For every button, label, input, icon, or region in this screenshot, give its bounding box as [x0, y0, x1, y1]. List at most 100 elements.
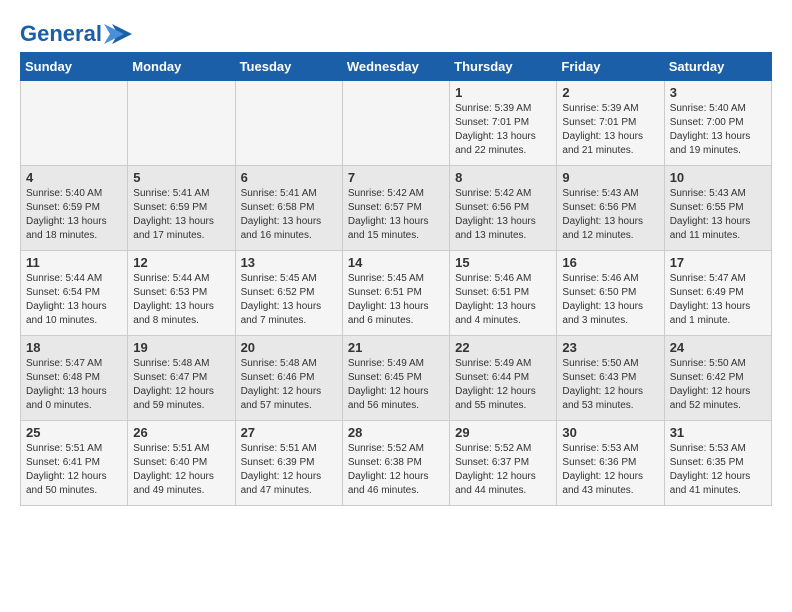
calendar-cell: 19 Sunrise: 5:48 AM Sunset: 6:47 PM Dayli…: [128, 336, 235, 421]
calendar-cell: 18 Sunrise: 5:47 AM Sunset: 6:48 PM Dayli…: [21, 336, 128, 421]
week-row-5: 25Sunrise: 5:51 AM Sunset: 6:41 PM Dayli…: [21, 421, 772, 506]
header: General: [20, 20, 772, 42]
weekday-header-friday: Friday: [557, 53, 664, 81]
calendar-cell: 27 Sunrise: 5:51 AM Sunset: 6:39 PM Dayli…: [235, 421, 342, 506]
calendar-cell: 30 Sunrise: 5:53 AM Sunset: 6:36 PM Dayli…: [557, 421, 664, 506]
day-number: 4: [26, 170, 122, 185]
day-number: 5: [133, 170, 229, 185]
day-number: 27: [241, 425, 337, 440]
calendar-cell: 14 Sunrise: 5:45 AM Sunset: 6:51 PM Dayli…: [342, 251, 449, 336]
calendar-cell: [235, 81, 342, 166]
day-info: Sunrise: 5:44 AM Sunset: 6:53 PM Dayligh…: [133, 272, 229, 328]
day-number: 14: [348, 255, 444, 270]
day-info: Sunrise: 5:47 AM Sunset: 6:48 PM Dayligh…: [26, 357, 122, 413]
day-number: 10: [670, 170, 766, 185]
day-number: 6: [241, 170, 337, 185]
calendar-cell: 6 Sunrise: 5:41 AM Sunset: 6:58 PM Daylig…: [235, 166, 342, 251]
day-number: 11: [26, 255, 122, 270]
weekday-header-monday: Monday: [128, 53, 235, 81]
week-row-3: 11 Sunrise: 5:44 AM Sunset: 6:54 PM Dayli…: [21, 251, 772, 336]
calendar-cell: 17 Sunrise: 5:47 AM Sunset: 6:49 PM Dayli…: [664, 251, 771, 336]
day-number: 21: [348, 340, 444, 355]
day-number: 18: [26, 340, 122, 355]
calendar-cell: 10 Sunrise: 5:43 AM Sunset: 6:55 PM Dayli…: [664, 166, 771, 251]
day-number: 22: [455, 340, 551, 355]
day-number: 3: [670, 85, 766, 100]
day-number: 24: [670, 340, 766, 355]
weekday-header-sunday: Sunday: [21, 53, 128, 81]
day-number: 25: [26, 425, 122, 440]
calendar-cell: 7Sunrise: 5:42 AM Sunset: 6:57 PM Daylig…: [342, 166, 449, 251]
calendar-cell: 31 Sunrise: 5:53 AM Sunset: 6:35 PM Dayli…: [664, 421, 771, 506]
day-info: Sunrise: 5:48 AM Sunset: 6:47 PM Dayligh…: [133, 357, 229, 413]
day-info: Sunrise: 5:45 AM Sunset: 6:51 PM Dayligh…: [348, 272, 444, 328]
day-number: 17: [670, 255, 766, 270]
day-number: 31: [670, 425, 766, 440]
day-info: Sunrise: 5:51 AM Sunset: 6:39 PM Dayligh…: [241, 442, 337, 498]
weekday-header-tuesday: Tuesday: [235, 53, 342, 81]
weekday-header-thursday: Thursday: [450, 53, 557, 81]
calendar-cell: 21 Sunrise: 5:49 AM Sunset: 6:45 PM Dayli…: [342, 336, 449, 421]
calendar-cell: 26Sunrise: 5:51 AM Sunset: 6:40 PM Dayli…: [128, 421, 235, 506]
day-number: 15: [455, 255, 551, 270]
calendar-cell: 29Sunrise: 5:52 AM Sunset: 6:37 PM Dayli…: [450, 421, 557, 506]
day-number: 1: [455, 85, 551, 100]
day-number: 20: [241, 340, 337, 355]
day-info: Sunrise: 5:52 AM Sunset: 6:38 PM Dayligh…: [348, 442, 444, 498]
day-info: Sunrise: 5:46 AM Sunset: 6:50 PM Dayligh…: [562, 272, 658, 328]
day-number: 2: [562, 85, 658, 100]
day-info: Sunrise: 5:50 AM Sunset: 6:43 PM Dayligh…: [562, 357, 658, 413]
day-info: Sunrise: 5:53 AM Sunset: 6:36 PM Dayligh…: [562, 442, 658, 498]
calendar-cell: [342, 81, 449, 166]
calendar-cell: 12 Sunrise: 5:44 AM Sunset: 6:53 PM Dayli…: [128, 251, 235, 336]
calendar-cell: 24 Sunrise: 5:50 AM Sunset: 6:42 PM Dayli…: [664, 336, 771, 421]
calendar-cell: 3 Sunrise: 5:40 AM Sunset: 7:00 PM Daylig…: [664, 81, 771, 166]
day-info: Sunrise: 5:53 AM Sunset: 6:35 PM Dayligh…: [670, 442, 766, 498]
day-info: Sunrise: 5:40 AM Sunset: 7:00 PM Dayligh…: [670, 102, 766, 158]
day-info: Sunrise: 5:40 AM Sunset: 6:59 PM Dayligh…: [26, 187, 122, 243]
day-number: 7: [348, 170, 444, 185]
day-number: 23: [562, 340, 658, 355]
calendar-cell: 13 Sunrise: 5:45 AM Sunset: 6:52 PM Dayli…: [235, 251, 342, 336]
calendar-cell: 1 Sunrise: 5:39 AM Sunset: 7:01 PM Daylig…: [450, 81, 557, 166]
day-info: Sunrise: 5:43 AM Sunset: 6:55 PM Dayligh…: [670, 187, 766, 243]
week-row-1: 1 Sunrise: 5:39 AM Sunset: 7:01 PM Daylig…: [21, 81, 772, 166]
day-info: Sunrise: 5:42 AM Sunset: 6:56 PM Dayligh…: [455, 187, 551, 243]
day-number: 8: [455, 170, 551, 185]
day-number: 19: [133, 340, 229, 355]
logo-icon: [104, 20, 136, 48]
day-info: Sunrise: 5:49 AM Sunset: 6:44 PM Dayligh…: [455, 357, 551, 413]
day-number: 9: [562, 170, 658, 185]
logo-text: General: [20, 23, 102, 45]
week-row-4: 18 Sunrise: 5:47 AM Sunset: 6:48 PM Dayli…: [21, 336, 772, 421]
day-info: Sunrise: 5:41 AM Sunset: 6:58 PM Dayligh…: [241, 187, 337, 243]
day-number: 29: [455, 425, 551, 440]
calendar-cell: 9Sunrise: 5:43 AM Sunset: 6:56 PM Daylig…: [557, 166, 664, 251]
day-info: Sunrise: 5:49 AM Sunset: 6:45 PM Dayligh…: [348, 357, 444, 413]
calendar: SundayMondayTuesdayWednesdayThursdayFrid…: [20, 52, 772, 506]
day-info: Sunrise: 5:47 AM Sunset: 6:49 PM Dayligh…: [670, 272, 766, 328]
calendar-cell: 16Sunrise: 5:46 AM Sunset: 6:50 PM Dayli…: [557, 251, 664, 336]
day-info: Sunrise: 5:50 AM Sunset: 6:42 PM Dayligh…: [670, 357, 766, 413]
week-row-2: 4 Sunrise: 5:40 AM Sunset: 6:59 PM Daylig…: [21, 166, 772, 251]
weekday-header-saturday: Saturday: [664, 53, 771, 81]
day-info: Sunrise: 5:44 AM Sunset: 6:54 PM Dayligh…: [26, 272, 122, 328]
calendar-cell: 15Sunrise: 5:46 AM Sunset: 6:51 PM Dayli…: [450, 251, 557, 336]
day-info: Sunrise: 5:45 AM Sunset: 6:52 PM Dayligh…: [241, 272, 337, 328]
day-number: 13: [241, 255, 337, 270]
day-info: Sunrise: 5:51 AM Sunset: 6:40 PM Dayligh…: [133, 442, 229, 498]
day-info: Sunrise: 5:39 AM Sunset: 7:01 PM Dayligh…: [455, 102, 551, 158]
calendar-cell: 5 Sunrise: 5:41 AM Sunset: 6:59 PM Daylig…: [128, 166, 235, 251]
day-number: 30: [562, 425, 658, 440]
calendar-cell: 11 Sunrise: 5:44 AM Sunset: 6:54 PM Dayli…: [21, 251, 128, 336]
day-number: 12: [133, 255, 229, 270]
calendar-cell: 25Sunrise: 5:51 AM Sunset: 6:41 PM Dayli…: [21, 421, 128, 506]
day-info: Sunrise: 5:41 AM Sunset: 6:59 PM Dayligh…: [133, 187, 229, 243]
weekday-header-row: SundayMondayTuesdayWednesdayThursdayFrid…: [21, 53, 772, 81]
day-number: 28: [348, 425, 444, 440]
day-info: Sunrise: 5:39 AM Sunset: 7:01 PM Dayligh…: [562, 102, 658, 158]
logo: General: [20, 20, 136, 42]
calendar-cell: 20Sunrise: 5:48 AM Sunset: 6:46 PM Dayli…: [235, 336, 342, 421]
calendar-cell: [21, 81, 128, 166]
weekday-header-wednesday: Wednesday: [342, 53, 449, 81]
